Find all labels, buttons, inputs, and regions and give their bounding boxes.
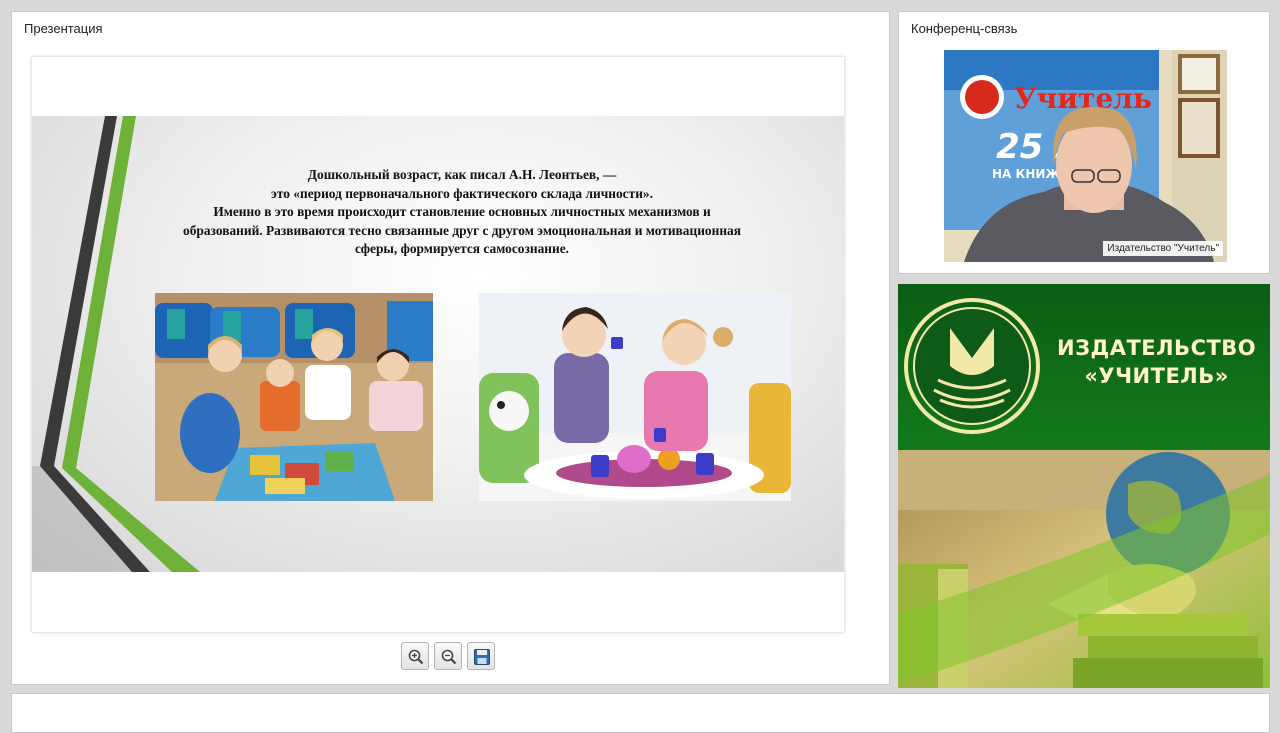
presentation-title: Презентация [24, 21, 103, 36]
slide-viewer[interactable]: Дошкольный возраст, как писал А.Н. Леонт… [32, 57, 844, 632]
children-puzzle-photo [155, 293, 433, 501]
save-icon [474, 649, 490, 665]
slide-line: Именно в это время происходит становлени… [213, 204, 711, 219]
publisher-banner: ИЗДАТЕЛЬСТВО «УЧИТЕЛЬ» [898, 284, 1270, 688]
bottom-panel [11, 693, 1270, 733]
participant-name: Издательство "Учитель" [1103, 241, 1223, 256]
save-button[interactable] [467, 642, 495, 670]
slide-line: это «период первоначального фактического… [271, 185, 653, 201]
children-tea-party-photo [479, 293, 791, 501]
presentation-panel: Презентация Дошкольный возраст, как писа… [11, 11, 890, 685]
publisher-name: ИЗДАТЕЛЬСТВО «УЧИТЕЛЬ» [1057, 334, 1256, 390]
conference-panel: Конференц-связь Учитель 25 л НА КНИЖН Из… [898, 11, 1270, 274]
slide-line: сферы, формируется самосознание. [355, 241, 569, 256]
slide-text: Дошкольный возраст, как писал А.Н. Леонт… [142, 166, 782, 259]
slide-line: Дошкольный возраст, как писал А.Н. Леонт… [307, 167, 617, 182]
publisher-line: «УЧИТЕЛЬ» [1084, 364, 1229, 388]
publisher-line: ИЗДАТЕЛЬСТВО [1057, 336, 1257, 360]
webcam-video[interactable]: Учитель 25 л НА КНИЖН Издательство "Учит… [944, 50, 1227, 262]
zoom-out-button[interactable] [434, 642, 462, 670]
zoom-in-button[interactable] [401, 642, 429, 670]
zoom-in-icon [408, 649, 424, 665]
slide: Дошкольный возраст, как писал А.Н. Леонт… [32, 116, 844, 572]
slide-line: образований. Развиваются тесно связанные… [183, 222, 741, 238]
conference-title: Конференц-связь [911, 21, 1018, 36]
zoom-out-icon [441, 649, 457, 665]
